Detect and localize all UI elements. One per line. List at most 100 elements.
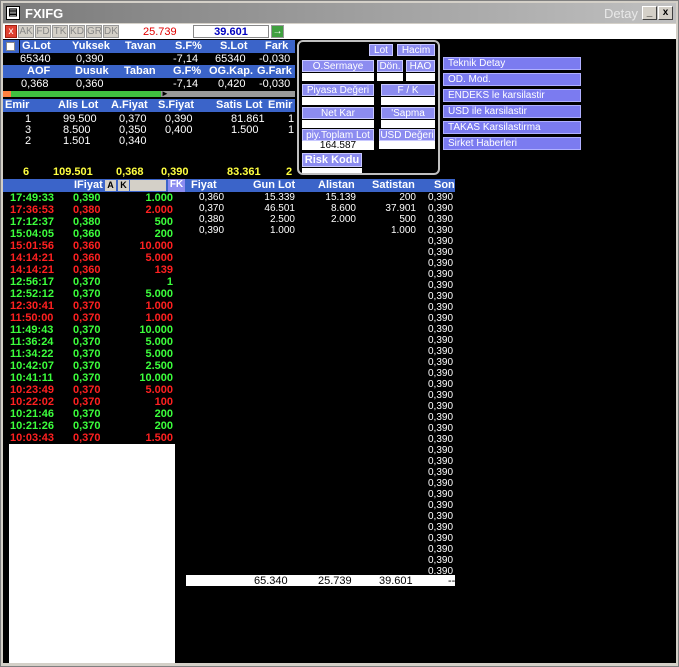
menu-item[interactable]: ENDEKS le karsilastir <box>443 89 581 102</box>
tab-tk[interactable]: TK <box>52 25 68 38</box>
fundamentals-panel: Lot Hacim O.Sermaye Dön. HAO Piyasa Değe… <box>297 40 440 175</box>
trade-lot: 10.000 <box>139 324 173 336</box>
summary-values-2: 0,368 0,360 -7,14 0,420 -0,030 <box>3 78 295 90</box>
orders-totals: 6 109.501 0,368 0,390 83.361 2 <box>3 166 295 178</box>
tab-fd[interactable]: FD <box>35 25 51 38</box>
col-fiyat: Fiyat <box>191 179 217 191</box>
trade-lot: 10.000 <box>139 240 173 252</box>
fk-button[interactable]: FK <box>168 179 185 192</box>
trade-time: 10:03:43 <box>10 432 55 444</box>
volume-cell: 1.000 <box>269 225 295 236</box>
a-button[interactable]: A <box>105 180 116 191</box>
total-satis-lot: 83.361 <box>227 166 261 178</box>
son-column: 0,390 0,390 0,390 0,390 0,390 0,390 0,390 0,390… <box>423 192 455 574</box>
trade-time: 11:34:22 <box>10 348 54 360</box>
trade-price: 0,370 <box>73 372 101 384</box>
client-area: x AK FD TK KD GR DK 25.739 39.601 → G.Lo… <box>3 24 676 663</box>
trade-price: 0,370 <box>73 408 101 420</box>
toolbar-value-blue: 39.601 <box>193 25 269 38</box>
depth-bar: ► <box>3 90 295 98</box>
val-g-lot: 65340 <box>20 53 51 65</box>
col-satis-lot: Satis Lot <box>216 99 263 111</box>
filter-field[interactable] <box>130 180 166 191</box>
minimize-button[interactable]: _ <box>642 6 657 20</box>
summary-header-2: AOF Dusuk Taban G.F% OG.Kap. G.Fark <box>3 65 295 78</box>
go-arrow-icon[interactable]: → <box>271 25 284 38</box>
trade-lot: 1.000 <box>145 300 173 312</box>
trade-lot: 5.000 <box>145 288 173 300</box>
o-sermaye-field <box>302 73 374 81</box>
total-alis-lot: 109.501 <box>53 166 93 178</box>
hacim-button[interactable]: Hacim <box>397 44 435 56</box>
volume-cell: 2.000 <box>330 214 356 225</box>
val-aof: 0,368 <box>21 78 49 90</box>
trade-time: 14:14:21 <box>10 264 55 276</box>
order-cell: 1 <box>288 124 295 136</box>
window-title: FXIFG <box>25 6 64 21</box>
total-a-fiyat: 0,368 <box>116 166 144 178</box>
col-g-fark: G.Fark <box>257 65 292 77</box>
col-yuksek: Yuksek <box>72 40 110 52</box>
trade-price: 0,360 <box>73 264 101 276</box>
trade-lot: 200 <box>154 408 173 420</box>
trade-time: 10:21:46 <box>10 408 55 420</box>
total-satistan: 39.601 <box>379 575 413 587</box>
col-alistan: Alistan <box>318 179 355 191</box>
trades-header: IFiyat A K FK <box>3 179 187 192</box>
trade-lot: 1.000 <box>145 312 173 324</box>
trade-time: 12:30:41 <box>10 300 55 312</box>
trade-time: 14:14:21 <box>10 252 55 264</box>
trade-time: 12:52:12 <box>10 288 55 300</box>
checkbox-square[interactable] <box>3 40 19 53</box>
order-cell: 0,340 <box>119 135 147 147</box>
menu-item[interactable]: Teknik Detay <box>443 57 581 70</box>
trades-background: 17:49:33 0,390 1.000 17:36:53 0,380 2.000 17:1… <box>9 192 175 444</box>
order-cell: 1.501 <box>63 135 91 147</box>
trade-price: 0,360 <box>73 240 101 252</box>
col-s-lot: S.Lot <box>220 40 248 52</box>
order-cell: 1.500 <box>231 124 259 136</box>
close-x-icon[interactable]: x <box>5 25 17 38</box>
title-bar[interactable]: ▤ FXIFG Detay _ x <box>3 3 676 23</box>
trade-price: 0,370 <box>73 420 101 432</box>
total-gun-lot: 65.340 <box>254 575 288 587</box>
trade-lot: 5.000 <box>145 348 173 360</box>
tab-kd[interactable]: KD <box>69 25 85 38</box>
val-dusuk: 0,360 <box>76 78 104 90</box>
total-emir-2: 2 <box>286 166 293 178</box>
sapma-label: 'Sapma <box>381 107 435 119</box>
menu-item[interactable]: TAKAS Karsilastirma <box>443 121 581 134</box>
tab-gr[interactable]: GR <box>86 25 102 38</box>
trade-lot: 1.500 <box>145 432 173 444</box>
trade-price: 0,370 <box>73 288 101 300</box>
total-s-fiyat: 0,390 <box>161 166 189 178</box>
menu-item[interactable]: Sirket Haberleri <box>443 137 581 150</box>
col-a-fiyat: A.Fiyat <box>111 99 148 111</box>
order-cell: 2 <box>25 135 32 147</box>
summary-header-1: G.Lot Yuksek Tavan S.F% S.Lot Fark <box>20 40 295 53</box>
menu-item[interactable]: USD ile karsilastir <box>443 105 581 118</box>
fk-field <box>381 97 435 105</box>
val-g-fark: -0,030 <box>259 78 291 90</box>
k-button[interactable]: K <box>118 180 129 191</box>
trade-time: 11:50:00 <box>10 312 54 324</box>
trade-lot: 1 <box>166 276 173 288</box>
total-son: -- <box>448 575 456 587</box>
hao-label: HAO <box>406 60 435 72</box>
tab-dk[interactable]: DK <box>103 25 119 38</box>
app-icon: ▤ <box>6 6 20 20</box>
app-window: ▤ FXIFG Detay _ x x AK FD TK KD GR DK 25… <box>0 0 679 667</box>
o-sermaye-label: O.Sermaye <box>302 60 374 72</box>
trade-time: 11:36:24 <box>10 336 54 348</box>
toolbar-value-red: 25.739 <box>143 26 177 38</box>
trade-lot: 10.000 <box>139 372 173 384</box>
tab-ak[interactable]: AK <box>18 25 34 38</box>
lot-button[interactable]: Lot <box>369 44 393 56</box>
col-sf-pct: S.F% <box>175 40 202 52</box>
trade-time: 10:41:11 <box>10 372 54 384</box>
menu-item[interactable]: OD. Mod. <box>443 73 581 86</box>
net-kar-label: Net Kar <box>302 107 374 119</box>
summary-values-1: 65340 0,390 -7,14 65340 -0,030 <box>3 53 295 65</box>
col-tavan: Tavan <box>125 40 156 52</box>
close-button[interactable]: x <box>658 6 673 20</box>
